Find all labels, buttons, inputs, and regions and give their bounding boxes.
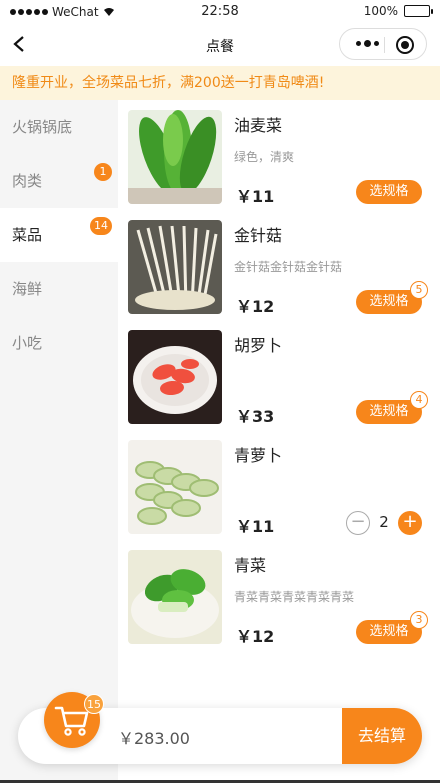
- category-item-meat[interactable]: 肉类 1: [0, 154, 118, 208]
- cart-count-badge: 15: [84, 694, 104, 714]
- choose-spec-label: 选规格: [369, 624, 409, 639]
- product-list: 油麦菜 绿色，清爽 ￥11 选规格 金针菇 金针菇金针菇金针菇 ￥12 选规格 …: [118, 100, 440, 700]
- decrease-button[interactable]: −: [346, 511, 370, 535]
- product-price: ￥11: [236, 187, 275, 206]
- category-label: 火锅锅底: [12, 118, 73, 136]
- product-item: 胡罗卜 ￥33 选规格 4: [118, 320, 440, 430]
- category-label: 海鲜: [12, 280, 43, 298]
- product-name: 金针菇: [234, 226, 283, 245]
- choose-spec-button[interactable]: 选规格 3: [356, 611, 428, 644]
- category-sidebar: 火锅锅底 肉类 1 菜品 14 海鲜 小吃: [0, 100, 118, 783]
- category-item-seafood[interactable]: 海鲜: [0, 262, 118, 316]
- product-name: 胡罗卜: [234, 336, 283, 355]
- choose-spec-label: 选规格: [369, 294, 409, 309]
- product-price: ￥12: [236, 297, 275, 316]
- product-item: 青萝卜 ￥11 − 2 +: [118, 430, 440, 540]
- category-label: 小吃: [12, 334, 43, 352]
- product-item: 金针菇 金针菇金针菇金针菇 ￥12 选规格 5: [118, 210, 440, 320]
- checkout-button[interactable]: 去结算: [342, 708, 422, 764]
- battery-icon: [404, 5, 433, 17]
- selected-count-badge: 3: [410, 611, 428, 629]
- product-name: 青萝卜: [234, 446, 283, 465]
- product-desc: 金针菇金针菇金针菇: [234, 260, 343, 274]
- more-dots-icon[interactable]: [356, 40, 379, 47]
- product-image: [128, 440, 222, 534]
- product-price: ￥33: [236, 407, 275, 426]
- product-image: [128, 330, 222, 424]
- product-item: 油麦菜 绿色，清爽 ￥11 选规格: [118, 100, 440, 210]
- category-label: 菜品: [12, 226, 43, 244]
- selected-count-badge: 5: [410, 281, 428, 299]
- promo-notice: 隆重开业，全场菜品七折，满200送一打青岛啤酒!: [0, 66, 440, 100]
- product-name: 油麦菜: [234, 116, 283, 135]
- product-price: ￥11: [236, 517, 275, 536]
- category-item-vegetables[interactable]: 菜品 14: [0, 208, 118, 262]
- category-badge: 14: [90, 217, 112, 235]
- product-image: [128, 550, 222, 644]
- category-item-snacks[interactable]: 小吃: [0, 316, 118, 370]
- capsule-divider: [384, 37, 385, 53]
- category-badge: 1: [94, 163, 112, 181]
- increase-button[interactable]: +: [398, 511, 422, 535]
- category-label: 肉类: [12, 172, 43, 190]
- choose-spec-button[interactable]: 选规格 5: [356, 281, 428, 314]
- target-close-icon[interactable]: [396, 36, 414, 54]
- quantity-stepper: − 2 +: [346, 511, 422, 535]
- product-price: ￥12: [236, 627, 275, 646]
- product-name: 青菜: [234, 556, 267, 575]
- product-image: [128, 220, 222, 314]
- choose-spec-label: 选规格: [369, 184, 409, 199]
- status-right: 100%: [363, 4, 433, 18]
- product-desc: 青菜青菜青菜青菜青菜: [234, 590, 355, 604]
- quantity-value: 2: [379, 513, 389, 531]
- cart-total: ￥283.00: [118, 729, 190, 748]
- selected-count-badge: 4: [410, 391, 428, 409]
- status-bar: WeChat 22:58 100%: [0, 0, 440, 24]
- choose-spec-label: 选规格: [369, 404, 409, 419]
- mini-program-capsule: [339, 28, 427, 60]
- product-image: [128, 110, 222, 204]
- choose-spec-button[interactable]: 选规格 4: [356, 391, 428, 424]
- product-item: 青菜 青菜青菜青菜青菜青菜 ￥12 选规格 3: [118, 540, 440, 650]
- product-desc: 绿色，清爽: [234, 150, 295, 164]
- nav-bar: 点餐: [0, 24, 440, 66]
- category-item-hotpot-base[interactable]: 火锅锅底: [0, 100, 118, 154]
- battery-percent: 100%: [363, 4, 398, 18]
- choose-spec-button[interactable]: 选规格: [356, 180, 422, 204]
